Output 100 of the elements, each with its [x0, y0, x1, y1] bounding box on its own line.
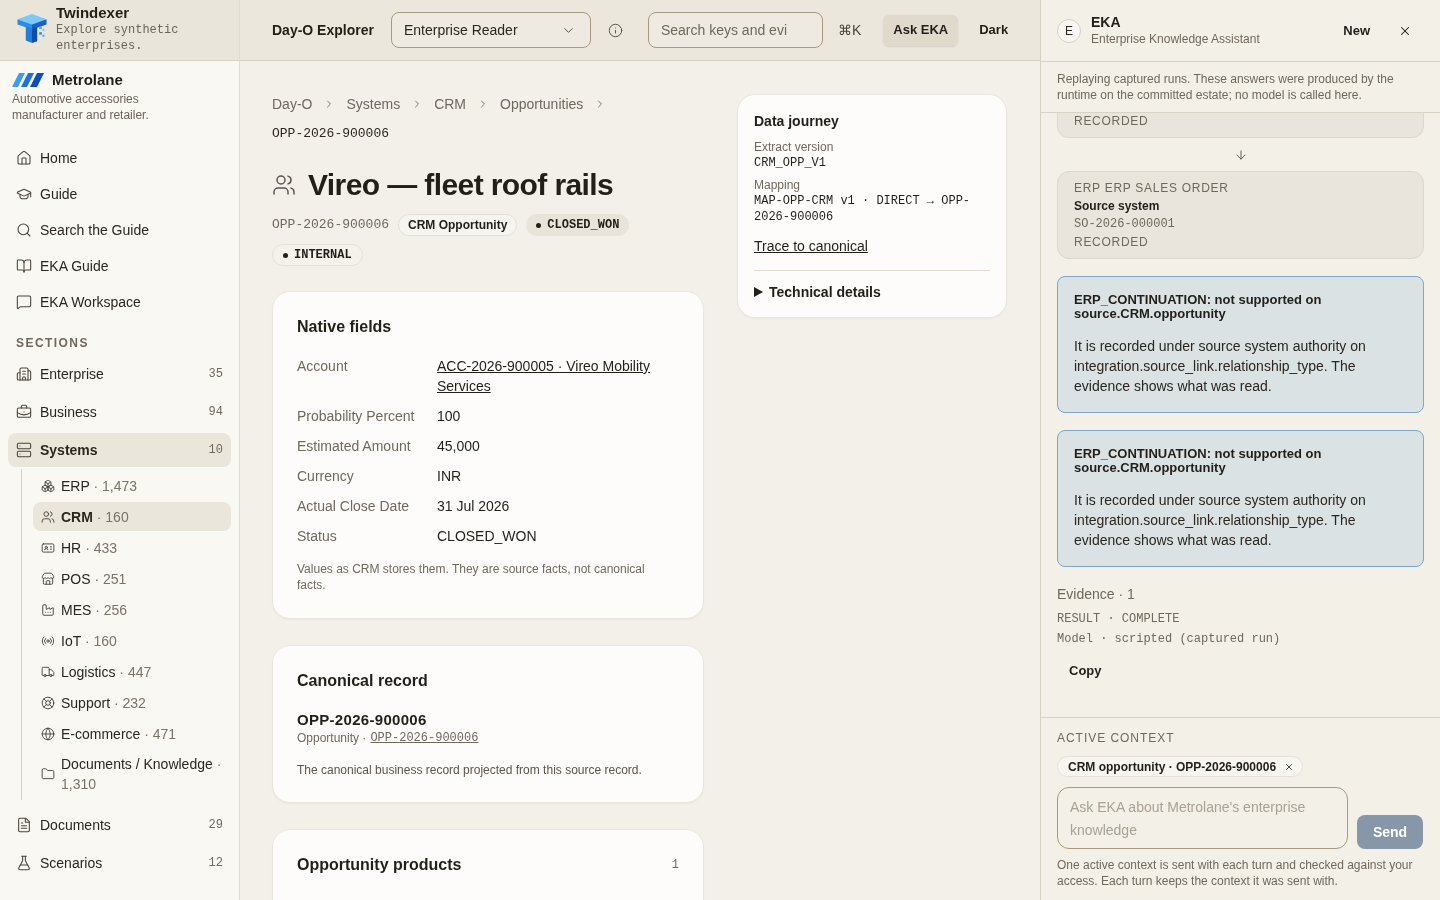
breadcrumb-link[interactable]: CRM: [434, 94, 467, 114]
globe-icon: [41, 726, 55, 741]
field-value: INR: [437, 467, 462, 486]
finding-title: ERP_CONTINUATION: not supported on source.CRM.opportunity: [1074, 293, 1323, 321]
system-item[interactable]: E-commerce · 471: [33, 719, 231, 748]
building-icon: [16, 366, 32, 382]
context-heading: ACTIVE CONTEXT: [1057, 730, 1176, 746]
trace-link[interactable]: Trace to canonical: [754, 236, 868, 256]
flask-icon: [16, 855, 32, 871]
section-item[interactable]: Documents 29: [8, 808, 231, 842]
role-select[interactable]: Enterprise Reader: [390, 12, 591, 48]
item-count: 12: [208, 855, 223, 872]
remove-icon[interactable]: [1284, 761, 1295, 772]
nav-item[interactable]: Guide: [8, 176, 231, 212]
result-line: RESULT · COMPLETE: [1057, 611, 1181, 628]
store-icon: [41, 571, 55, 586]
document-icon: [16, 817, 32, 833]
enterprise-description: Automotive accessories manufacturer and retailer.: [12, 91, 150, 123]
folder-icon: [41, 767, 55, 781]
canonical-record-id: OPP-2026-900006: [297, 710, 428, 730]
tag-label: INTERNAL: [294, 247, 352, 264]
arrow-down-icon: [1233, 147, 1248, 162]
breadcrumb-link[interactable]: Systems: [346, 94, 401, 114]
section-item[interactable]: Scenarios 12: [8, 846, 231, 880]
nav-item[interactable]: EKA Guide: [8, 248, 231, 284]
card-title: Data journey: [754, 112, 840, 131]
trail-record: SO-2026-000001: [1074, 216, 1176, 233]
card-note: Values as CRM stores them. They are source facts, not canonical facts.: [297, 561, 646, 593]
record-title: Vireo — fleet roof rails: [308, 167, 614, 203]
card-title: Canonical record: [297, 671, 429, 691]
search-icon: [16, 222, 32, 238]
field-value: 45,000: [437, 437, 480, 456]
item-count: 10: [208, 442, 223, 459]
section-item[interactable]: Enterprise 35: [8, 357, 231, 391]
system-item[interactable]: CRM · 160: [33, 502, 231, 531]
section-item[interactable]: Systems 10: [8, 433, 231, 467]
item-count: 1: [671, 857, 679, 874]
system-item[interactable]: POS · 251: [33, 564, 231, 593]
trail-system: ERP ERP SALES ORDER: [1074, 180, 1230, 197]
model-line: Model · scripted (captured run): [1057, 631, 1282, 648]
life-buoy-icon: [41, 695, 55, 710]
field-link[interactable]: ACC-2026-900005 · Vireo Mobility Services: [437, 356, 679, 396]
canonical-link[interactable]: OPP-2026-900006: [370, 730, 479, 746]
briefcase-icon: [16, 404, 32, 420]
sections-heading: SECTIONS: [16, 335, 90, 351]
section-item[interactable]: Business 94: [8, 395, 231, 429]
card-title: Native fields: [297, 317, 393, 337]
system-item[interactable]: Support · 232: [33, 688, 231, 717]
toolbar-button[interactable]: Ask EKA: [883, 14, 959, 46]
field-value: 31 Jul 2026: [437, 497, 510, 516]
assistant-subtitle: Enterprise Knowledge Assistant: [1091, 31, 1260, 47]
item-count: 35: [208, 366, 223, 383]
card-title: Opportunity products: [297, 855, 462, 875]
record-id: OPP-2026-900006: [272, 216, 390, 235]
breadcrumb-current: OPP-2026-900006: [272, 125, 390, 143]
field-value: MAP-OPP-CRM v1 · DIRECT → OPP-2026-900006: [754, 193, 972, 225]
search-field[interactable]: Search keys and evi: [647, 12, 823, 48]
system-item[interactable]: Logistics · 447: [33, 657, 231, 686]
trail-status: RECORDED: [1074, 234, 1150, 251]
nav-item[interactable]: Search the Guide: [8, 212, 231, 248]
trail-status: RECORDED: [1074, 113, 1150, 129]
trail-role: Source system: [1074, 198, 1161, 215]
info-icon[interactable]: [607, 22, 623, 38]
field-label: Currency: [297, 467, 355, 486]
truck-icon: [41, 664, 55, 679]
broadcast-icon: [41, 633, 55, 648]
book-icon: [16, 258, 32, 274]
factory-icon: [41, 602, 55, 617]
evidence-label: Evidence · 1: [1057, 585, 1136, 604]
system-item[interactable]: HR · 433: [33, 533, 231, 562]
people-icon: [272, 173, 296, 197]
system-item[interactable]: Documents / Knowledge · 1,310: [33, 750, 231, 798]
field-label: Probability Percent: [297, 407, 416, 426]
system-item[interactable]: ERP · 1,473: [33, 471, 231, 500]
breadcrumb-link[interactable]: Day-O: [272, 94, 313, 114]
new-chat-button[interactable]: New: [1335, 16, 1378, 45]
field-label: Mapping: [754, 177, 802, 193]
app-name: Twindexer: [56, 4, 131, 22]
assistant-avatar: E: [1057, 18, 1081, 43]
card-note: The canonical business record projected from this source record.: [297, 762, 643, 778]
chat-bubble-icon: [16, 294, 32, 310]
system-item[interactable]: IoT · 160: [33, 626, 231, 655]
toolbar-button[interactable]: Dark: [969, 14, 1019, 46]
field-label: Actual Close Date: [297, 497, 411, 516]
context-label: CRM opportunity · OPP-2026-900006: [1068, 758, 1277, 776]
field-value: 100: [437, 407, 461, 426]
field-label: Status: [297, 527, 338, 546]
message-input[interactable]: Ask EKA about Metrolane's enterprise knowledge: [1057, 787, 1348, 849]
server-icon: [16, 442, 32, 458]
finding-body: It is recorded under source system authority on integration.source_link.relationship_type. The evidence shows what was read.: [1074, 491, 1367, 550]
breadcrumb-link[interactable]: Opportunities: [500, 94, 584, 114]
copy-button[interactable]: Copy: [1057, 657, 1114, 685]
field-label: Estimated Amount: [297, 437, 412, 456]
people-icon: [41, 509, 55, 524]
nav-item[interactable]: EKA Workspace: [8, 284, 231, 320]
field-value: CRM_OPP_V1: [754, 155, 827, 171]
system-item[interactable]: MES · 256: [33, 595, 231, 624]
graduation-cap-icon: [16, 186, 32, 202]
nav-item[interactable]: Home: [8, 140, 231, 176]
technical-details-toggle[interactable]: Technical details: [754, 282, 881, 302]
